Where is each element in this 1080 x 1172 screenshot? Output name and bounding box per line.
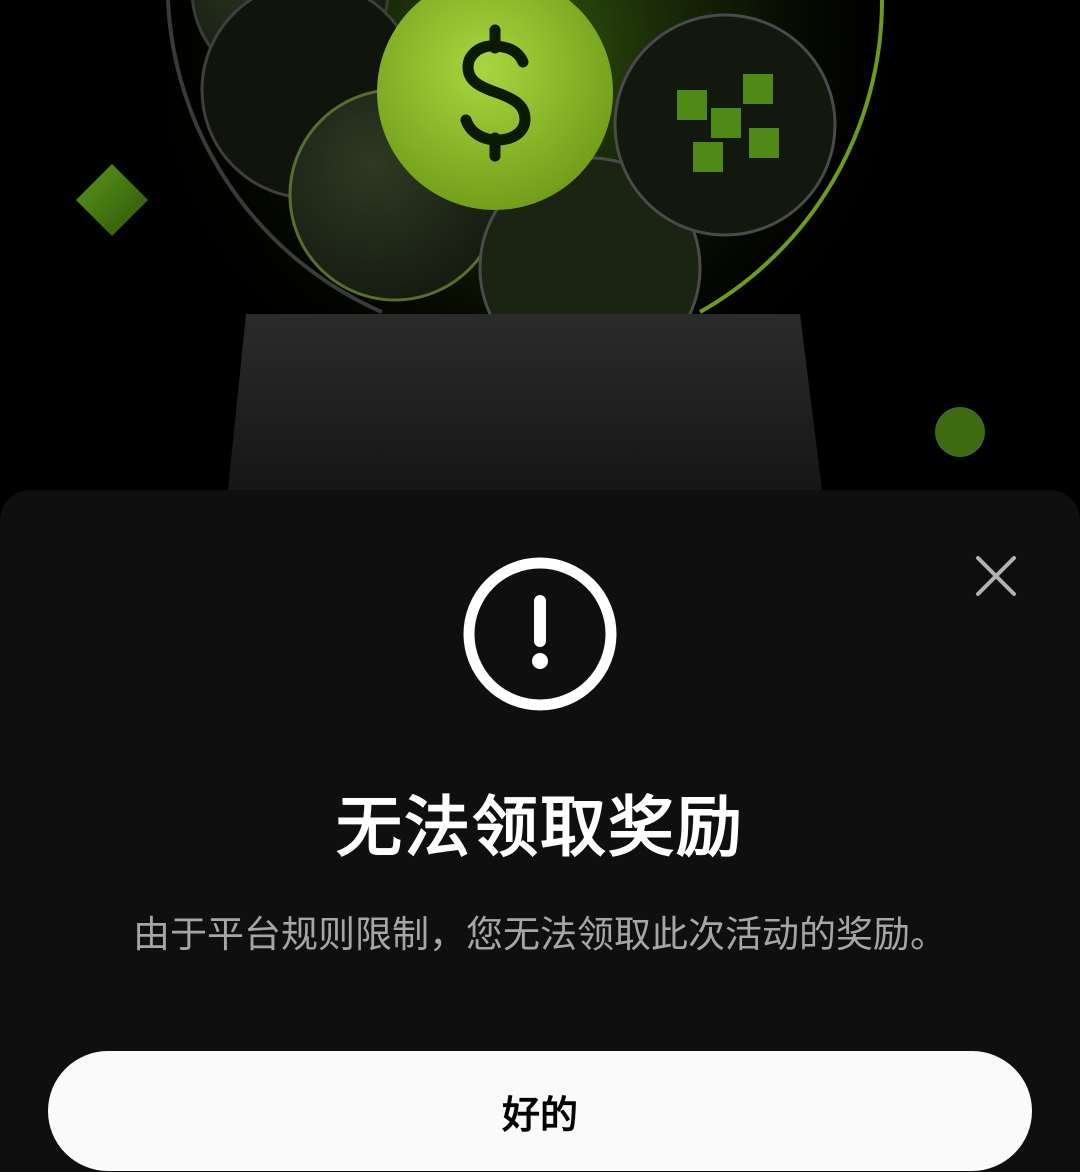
dot-decoration bbox=[935, 407, 985, 457]
confirm-button[interactable]: 好的 bbox=[48, 1051, 1032, 1171]
okx-logo-coin-icon bbox=[613, 13, 837, 237]
exclamation-circle-icon bbox=[462, 556, 618, 712]
screen: 无法领取奖励 由于平台规则限制，您无法领取此次活动的奖励。 好的 bbox=[0, 0, 1080, 1172]
close-icon bbox=[976, 556, 1016, 596]
confirm-button-label: 好的 bbox=[501, 1092, 578, 1137]
dialog-title: 无法领取奖励 bbox=[336, 789, 744, 866]
reward-jar-illustration bbox=[0, 0, 1080, 520]
diamond-decoration bbox=[76, 164, 148, 236]
dialog-message: 由于平台规则限制，您无法领取此次活动的奖励。 bbox=[133, 913, 947, 956]
close-button[interactable] bbox=[964, 544, 1028, 608]
jar-body bbox=[228, 314, 822, 490]
